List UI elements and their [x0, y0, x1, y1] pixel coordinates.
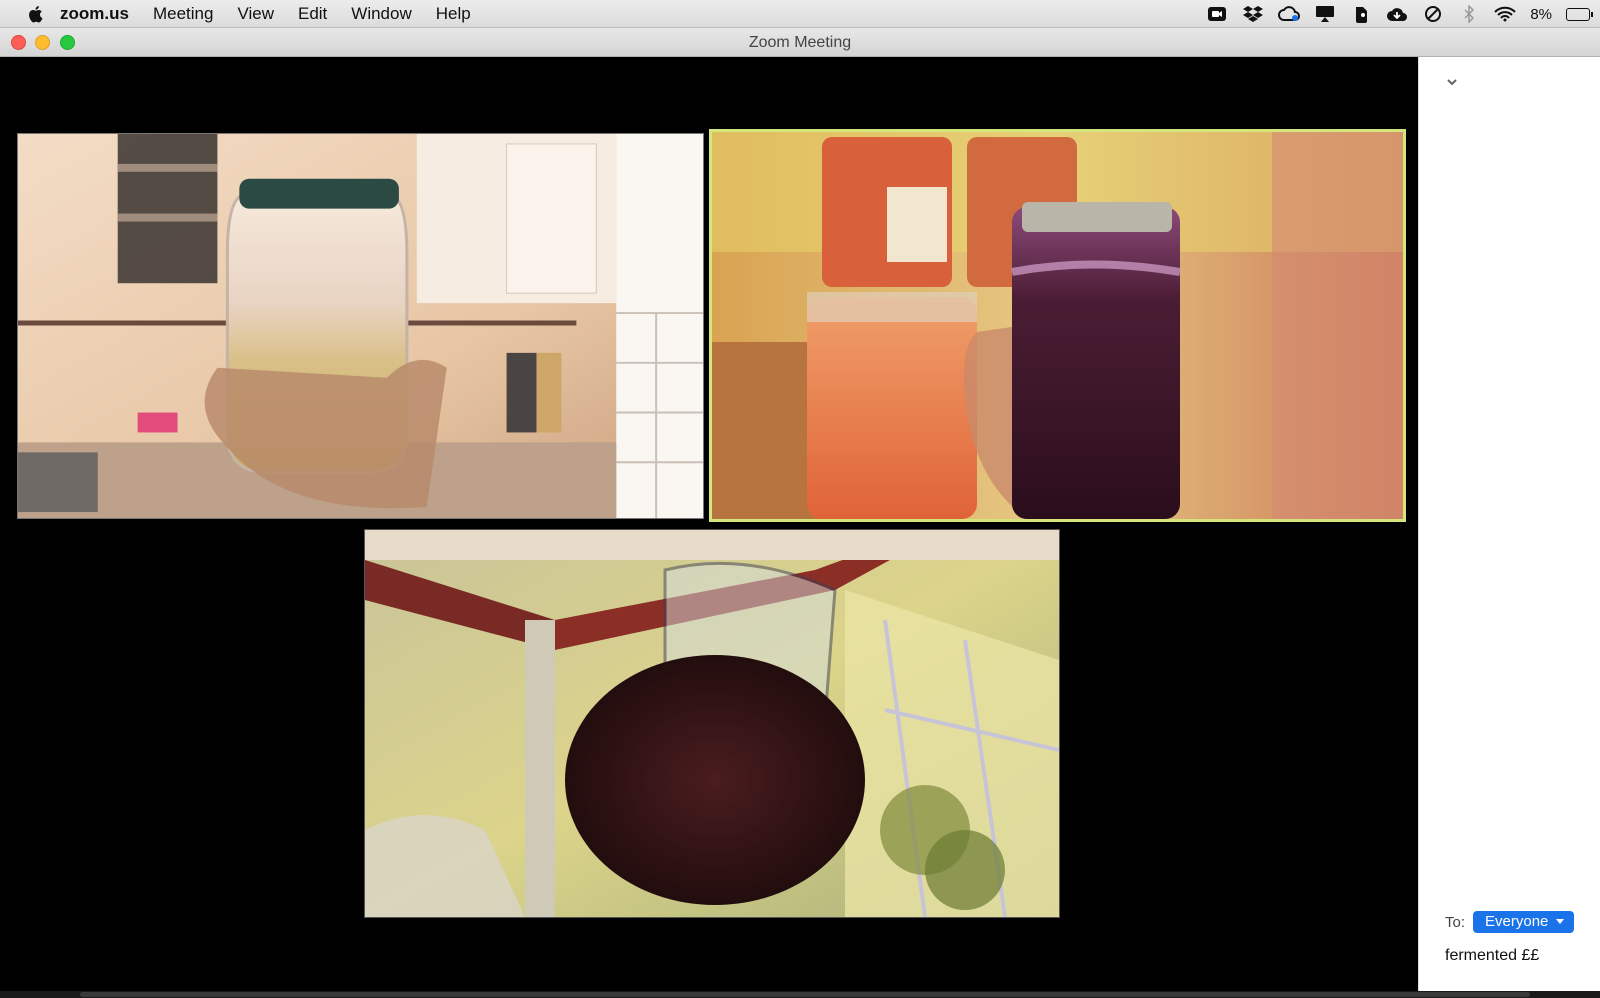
- dropbox-icon[interactable]: [1242, 5, 1264, 23]
- video-gallery: [0, 57, 1418, 991]
- video-feed-participant-1: [18, 134, 703, 518]
- chat-recipient-value: Everyone: [1485, 913, 1549, 930]
- video-tile-participant-3[interactable]: [364, 529, 1060, 918]
- creative-cloud-icon[interactable]: [1278, 5, 1301, 23]
- chat-recipient-row: To: Everyone: [1445, 911, 1575, 933]
- airplay-icon[interactable]: [1314, 5, 1336, 23]
- menu-edit[interactable]: Edit: [286, 0, 339, 28]
- battery-icon[interactable]: [1566, 7, 1593, 21]
- apple-menu-icon[interactable]: [22, 5, 48, 23]
- chevron-down-icon[interactable]: [1445, 75, 1461, 91]
- video-tile-participant-2[interactable]: [709, 129, 1406, 522]
- menu-bar: zoom.us Meeting View Edit Window Help 8%: [0, 0, 1600, 28]
- window-title: Zoom Meeting: [748, 34, 852, 51]
- evernote-icon[interactable]: [1350, 5, 1372, 23]
- caret-down-icon: [1556, 919, 1565, 924]
- video-feed-participant-3: [365, 530, 1059, 917]
- chat-recipient-dropdown[interactable]: Everyone: [1473, 911, 1575, 933]
- menu-meeting[interactable]: Meeting: [141, 0, 225, 28]
- chat-panel: To: Everyone fermented ££: [1418, 57, 1600, 991]
- video-tile-participant-1[interactable]: [17, 133, 704, 519]
- bluetooth-icon[interactable]: [1458, 5, 1480, 23]
- horizontal-scrollbar[interactable]: [80, 992, 1530, 997]
- video-feed-participant-2: [712, 132, 1403, 519]
- menu-app-name[interactable]: zoom.us: [48, 0, 141, 28]
- menu-view[interactable]: View: [225, 0, 286, 28]
- chat-to-label: To:: [1445, 913, 1466, 931]
- chat-message-input[interactable]: fermented ££: [1445, 947, 1539, 965]
- menu-help[interactable]: Help: [424, 0, 483, 28]
- menu-window[interactable]: Window: [339, 0, 423, 28]
- cloud-download-icon[interactable]: [1386, 5, 1408, 23]
- do-not-disturb-icon[interactable]: [1422, 5, 1444, 23]
- status-area: 8%: [1206, 0, 1600, 28]
- window-titlebar: Zoom Meeting: [0, 28, 1600, 57]
- battery-percent: 8%: [1530, 5, 1552, 23]
- wifi-icon[interactable]: [1494, 5, 1517, 23]
- zoom-icon[interactable]: [1206, 5, 1228, 23]
